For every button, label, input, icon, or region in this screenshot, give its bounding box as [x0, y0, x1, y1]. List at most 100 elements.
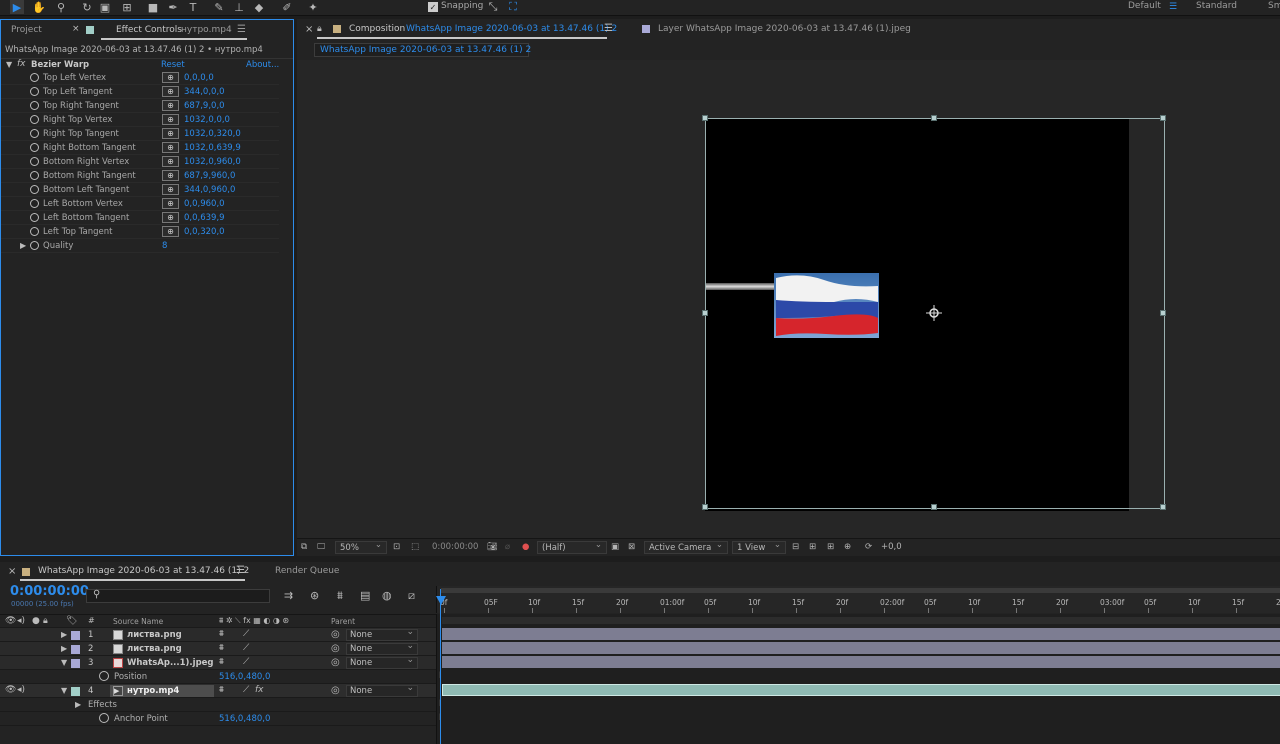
collapse-arrow-icon[interactable]: ▼	[61, 686, 67, 695]
timeline-icon[interactable]: ⊞	[827, 542, 834, 552]
point-target-button[interactable]: ⊕	[162, 212, 179, 223]
expand-arrow-icon[interactable]: ▶	[61, 630, 67, 639]
property-value[interactable]: 1032,0,960,0	[184, 157, 241, 167]
transform-handle[interactable]	[702, 115, 708, 121]
point-target-button[interactable]: ⊕	[162, 100, 179, 111]
layer-bar-4[interactable]	[442, 684, 1280, 696]
tab-timeline-comp[interactable]: WhatsApp Image 2020-06-03 at 13.47.46 (1…	[38, 566, 249, 576]
motion-blur-icon[interactable]: ◍	[382, 589, 392, 602]
current-time-readout[interactable]: 0:00:00:00	[432, 542, 478, 552]
transform-handle[interactable]	[702, 310, 708, 316]
tab-composition[interactable]: Composition	[349, 24, 405, 34]
brush-tool-icon[interactable]: ✎	[212, 0, 226, 14]
point-target-button[interactable]: ⊕	[162, 170, 179, 181]
hide-shy-layers-icon[interactable]: ⩩	[337, 589, 343, 603]
point-target-button[interactable]: ⊕	[162, 198, 179, 209]
layer-bar-1[interactable]	[442, 628, 1280, 640]
layer-name[interactable]: листва.png	[127, 644, 182, 654]
collapse-arrow-icon[interactable]: ▼	[61, 658, 67, 667]
fast-previews-icon[interactable]: ⊞	[809, 542, 816, 552]
layer-bar-3[interactable]	[442, 656, 1280, 668]
tab-project[interactable]: Project	[11, 25, 42, 35]
close-tab-icon[interactable]: ×	[8, 566, 16, 577]
transform-handle[interactable]	[1160, 115, 1166, 121]
shy-switch-icon[interactable]: ⩩	[219, 657, 224, 667]
close-tab-icon[interactable]: ×	[72, 24, 80, 34]
fx-icon[interactable]: fx	[17, 59, 26, 69]
collapse-arrow-icon[interactable]: ▼	[6, 60, 12, 69]
snap-edges-icon[interactable]: ⤡	[487, 0, 499, 14]
property-value[interactable]: 687,9,960,0	[184, 171, 235, 181]
audio-switch-icon[interactable]: ◂)	[17, 685, 25, 695]
property-value[interactable]: 0,0,639,9	[184, 213, 225, 223]
flowchart-icon[interactable]: ⊕	[844, 542, 851, 552]
hand-tool-icon[interactable]: ✋	[32, 0, 46, 14]
show-snapshot-icon[interactable]: ⌀	[505, 542, 510, 552]
channel-icon[interactable]: ●	[522, 542, 529, 552]
position-value[interactable]: 516,0,480,0	[219, 672, 270, 682]
playhead-handle[interactable]	[436, 596, 446, 605]
rotate-tool-icon[interactable]: ↻	[80, 0, 94, 14]
parent-dropdown[interactable]: None	[346, 641, 418, 655]
snap-features-icon[interactable]: ⛶	[507, 0, 519, 14]
timeline-search-input[interactable]: ⚲	[86, 589, 270, 603]
workspace-small[interactable]: Sm	[1268, 1, 1280, 11]
snapping-checkbox[interactable]: ✓	[428, 2, 438, 12]
source-name-header[interactable]: Source Name	[113, 617, 163, 626]
layer-name[interactable]: WhatsAp...1).jpeg	[127, 658, 214, 668]
stopwatch-icon[interactable]	[30, 87, 39, 96]
layer-row-4[interactable]: 👁︎ ◂) ▼ 4 ▶ нутро.mp4 ⩩ ⟋ fx ◎ None	[0, 683, 436, 698]
playhead[interactable]	[440, 589, 441, 744]
stopwatch-icon[interactable]	[30, 185, 39, 194]
expand-arrow-icon[interactable]: ▶	[20, 241, 26, 250]
parent-dropdown[interactable]: None	[346, 655, 418, 669]
lock-icon[interactable]: 🔒︎	[317, 24, 322, 34]
graph-editor-icon[interactable]: ⧄	[408, 589, 415, 603]
snapshot-icon[interactable]: 📷︎	[487, 542, 498, 552]
parent-dropdown[interactable]: None	[346, 683, 418, 697]
stopwatch-icon[interactable]	[30, 213, 39, 222]
expand-arrow-icon[interactable]: ▶	[75, 700, 81, 709]
layer-row-2[interactable]: ▶ 2 листва.png ⩩ ⟋ ◎ None	[0, 641, 436, 656]
pan-behind-tool-icon[interactable]: ⊞	[120, 0, 134, 14]
parent-dropdown[interactable]: None	[346, 627, 418, 641]
stopwatch-icon[interactable]	[30, 101, 39, 110]
transform-handle[interactable]	[702, 504, 708, 510]
stopwatch-icon[interactable]	[99, 671, 109, 681]
monitor-icon[interactable]: 🖵︎	[317, 542, 325, 552]
time-ruler[interactable]: 0f 05F 10f 15f 20f 01:00f 05f 10f 15f 20f 02:00f 05…	[436, 586, 1280, 613]
resolution-dropdown[interactable]: (Half) ⌄	[537, 540, 607, 554]
stopwatch-icon[interactable]	[30, 73, 39, 82]
pick-whip-icon[interactable]: ◎	[331, 629, 340, 640]
point-target-button[interactable]: ⊕	[162, 142, 179, 153]
property-value[interactable]: 344,0,0,0	[184, 87, 225, 97]
current-time-display[interactable]: 0:00:00:00	[10, 584, 89, 599]
zoom-tool-icon[interactable]: ⚲	[54, 0, 68, 14]
label-color-box[interactable]	[71, 659, 80, 668]
label-color-box[interactable]	[71, 687, 80, 696]
reset-exposure-icon[interactable]: ⟳	[865, 542, 872, 552]
fx-switch-icon[interactable]: fx	[255, 685, 264, 695]
pick-whip-icon[interactable]: ◎	[331, 685, 340, 696]
property-value[interactable]: 1032,0,0,0	[184, 115, 230, 125]
property-value[interactable]: 344,0,960,0	[184, 185, 235, 195]
label-color-box[interactable]	[71, 631, 80, 640]
point-target-button[interactable]: ⊕	[162, 226, 179, 237]
toggle-pixel-aspect-icon[interactable]: ⊟	[792, 542, 799, 552]
label-color-box[interactable]	[71, 645, 80, 654]
stopwatch-icon[interactable]	[30, 199, 39, 208]
property-value[interactable]: 0,0,0,0	[184, 73, 214, 83]
point-target-button[interactable]: ⊕	[162, 114, 179, 125]
quality-switch-icon[interactable]: ⟋	[243, 643, 249, 653]
stopwatch-icon[interactable]	[30, 129, 39, 138]
anchor-point-value[interactable]: 516,0,480,0	[219, 714, 270, 724]
property-value[interactable]: 0,0,960,0	[184, 199, 225, 209]
tab-effect-controls[interactable]: Effect Controls	[116, 25, 182, 35]
workspace-standard[interactable]: Standard	[1196, 1, 1237, 11]
eraser-tool-icon[interactable]: ◆	[252, 0, 266, 14]
property-value[interactable]: 0,0,320,0	[184, 227, 225, 237]
effects-group-row[interactable]: ▶ Effects	[0, 698, 436, 712]
tab-composition-name[interactable]: WhatsApp Image 2020-06-03 at 13.47.46 (1…	[406, 24, 617, 34]
region-of-interest-icon[interactable]: ▣	[611, 542, 619, 552]
grid-guides-icon[interactable]: ⊡	[393, 542, 400, 552]
